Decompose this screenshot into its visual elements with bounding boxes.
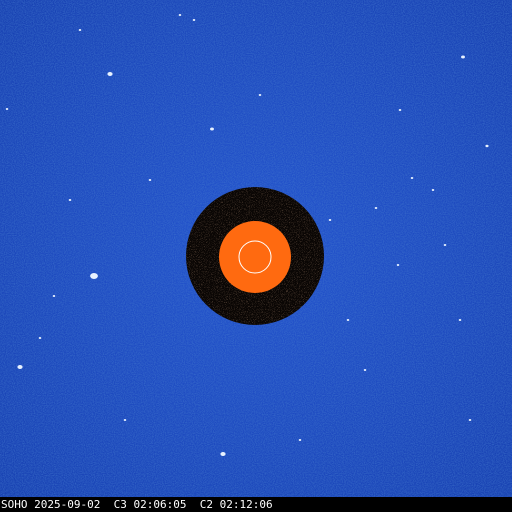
star: [431, 189, 435, 191]
star: [38, 337, 42, 339]
star: [90, 273, 98, 279]
star: [78, 29, 82, 31]
coronagraph-image-viewer: SOHO 2025-09-02 C3 02:06:05 C2 02:12:06: [0, 0, 512, 512]
star: [148, 179, 152, 181]
caption-c3-time: 02:06:05: [133, 498, 187, 511]
star: [123, 419, 127, 421]
star: [52, 295, 56, 297]
caption-c3-label: C3: [113, 498, 127, 511]
star: [192, 19, 196, 21]
star: [443, 244, 447, 246]
star: [5, 108, 9, 110]
star: [258, 94, 262, 96]
star: [458, 319, 462, 321]
caption-bar: SOHO 2025-09-02 C3 02:06:05 C2 02:12:06: [0, 497, 512, 512]
star: [410, 177, 414, 179]
star: [68, 199, 72, 201]
caption-text: SOHO 2025-09-02 C3 02:06:05 C2 02:12:06: [1, 498, 273, 511]
star: [298, 439, 302, 441]
caption-observatory: SOHO: [1, 498, 28, 511]
star: [396, 264, 400, 266]
star: [107, 72, 113, 76]
star: [374, 207, 378, 209]
caption-date: 2025-09-02: [34, 498, 101, 511]
coronagraph-field: [0, 0, 512, 497]
star: [485, 144, 489, 148]
star: [398, 109, 402, 111]
star: [461, 55, 465, 59]
star: [178, 14, 182, 16]
star: [210, 127, 214, 131]
star: [328, 219, 332, 221]
star: [363, 369, 367, 371]
star: [468, 419, 472, 421]
star: [220, 452, 226, 456]
caption-c2-label: C2: [199, 498, 213, 511]
occulter-disk: [219, 221, 291, 293]
star: [17, 365, 23, 369]
caption-c2-time: 02:12:06: [219, 498, 273, 511]
star: [346, 319, 350, 321]
